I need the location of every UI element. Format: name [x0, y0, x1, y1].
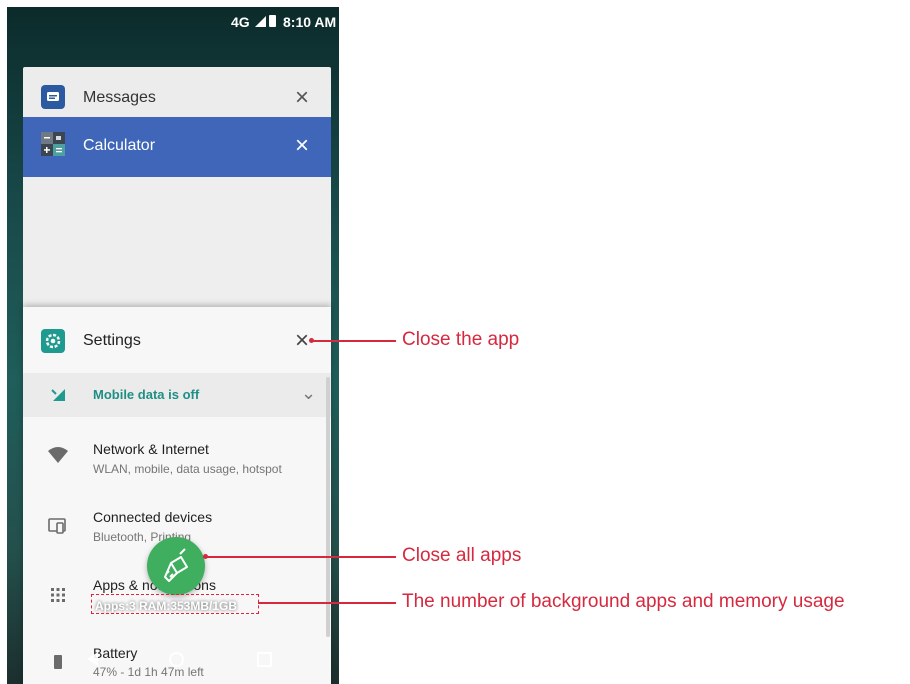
- wifi-icon: [48, 447, 68, 463]
- mobile-data-banner[interactable]: Mobile data is off ⌄: [23, 373, 331, 417]
- mobile-data-off-icon: [51, 389, 65, 401]
- network-title: Network & Internet: [93, 441, 209, 457]
- calculator-title: Calculator: [83, 137, 156, 154]
- settings-item-network[interactable]: Network & Internet WLAN, mobile, data us…: [23, 433, 331, 489]
- back-icon[interactable]: [87, 652, 98, 666]
- close-messages-button[interactable]: ×: [295, 86, 309, 110]
- devices-icon: [48, 518, 66, 534]
- battery-icon: [269, 15, 276, 27]
- home-icon[interactable]: [169, 652, 184, 667]
- recent-card-calculator[interactable]: Calculator ×: [23, 117, 331, 317]
- callout-close-all: Close all apps: [402, 545, 522, 566]
- recent-card-settings[interactable]: Settings × Mobile data is off ⌄ Network …: [23, 307, 331, 684]
- callout-memory: The number of background apps and memory…: [402, 591, 845, 612]
- connected-devices-title: Connected devices: [93, 509, 213, 525]
- mobile-data-label: Mobile data is off: [93, 387, 200, 402]
- broom-icon: [164, 548, 188, 582]
- calculator-icon: [41, 132, 65, 156]
- close-all-apps-button[interactable]: [147, 537, 205, 595]
- close-calculator-button[interactable]: ×: [295, 134, 309, 158]
- settings-title: Settings: [83, 332, 141, 349]
- chevron-down-icon[interactable]: ⌄: [301, 383, 316, 404]
- network-subtitle: WLAN, mobile, data usage, hotspot: [93, 462, 282, 476]
- memory-highlight: [91, 594, 259, 614]
- recent-apps-icon[interactable]: [257, 652, 272, 667]
- navigation-bar: [7, 632, 339, 684]
- callout-line-memory: [258, 602, 396, 604]
- close-settings-button[interactable]: ×: [295, 329, 309, 353]
- gear-icon: [41, 329, 65, 353]
- signal-icon: [255, 16, 266, 27]
- callout-line-close-all: [206, 556, 396, 558]
- callout-close-app: Close the app: [402, 329, 520, 350]
- messages-icon: [41, 85, 65, 109]
- network-type: 4G: [231, 14, 250, 30]
- phone-screen: 4G 8:10 AM Messages × Calculator × Setti…: [7, 7, 339, 684]
- callout-line-close-app: [312, 340, 396, 342]
- status-bar: 4G 8:10 AM: [7, 7, 339, 37]
- messages-title: Messages: [83, 89, 156, 106]
- apps-grid-icon: [51, 588, 65, 602]
- calculator-header: Calculator ×: [23, 117, 331, 177]
- status-time: 8:10 AM: [283, 14, 337, 30]
